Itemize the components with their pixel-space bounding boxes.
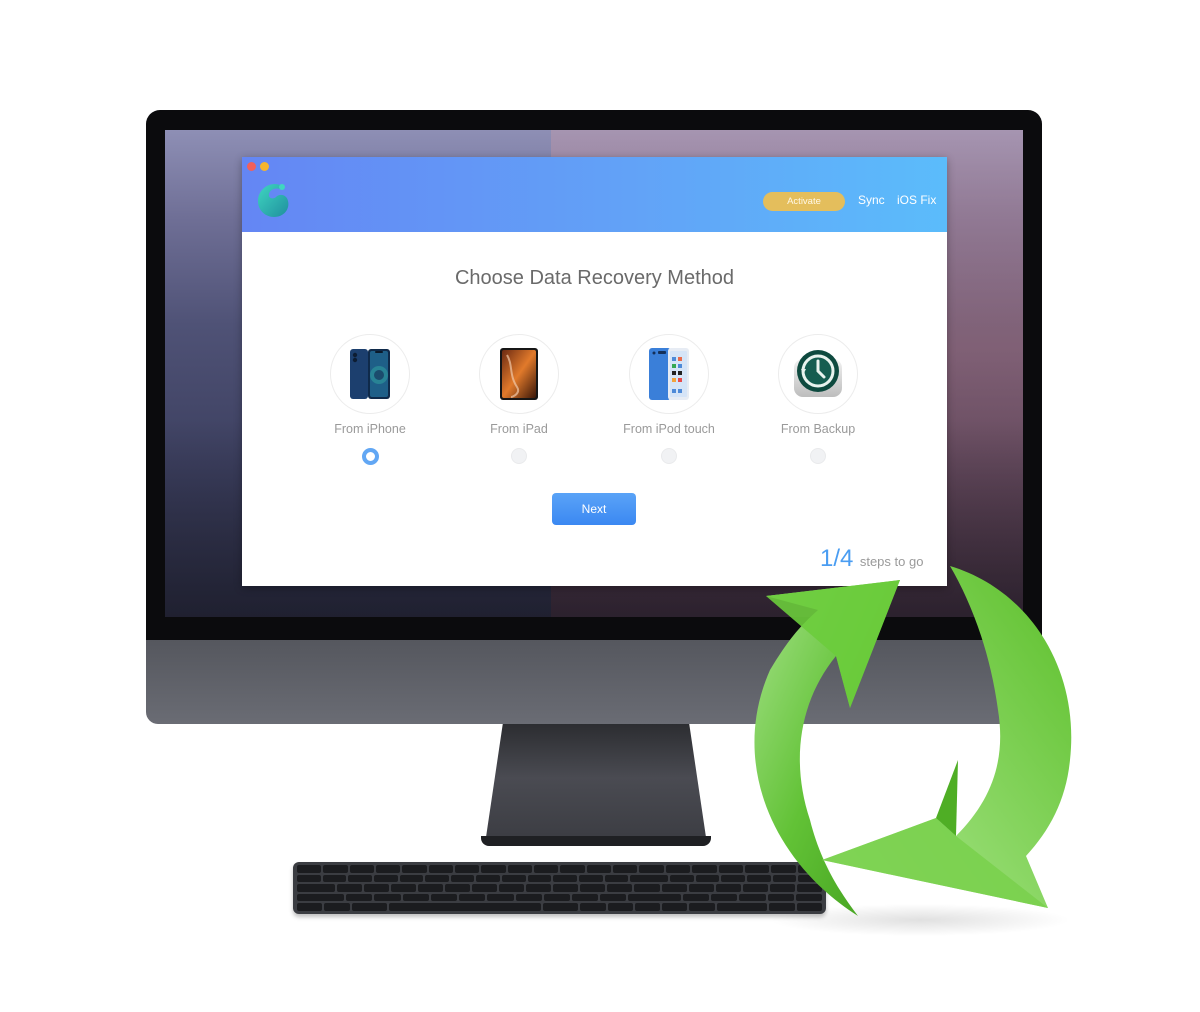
- nav-sync-link[interactable]: Sync: [858, 193, 885, 207]
- activate-button[interactable]: Activate: [763, 192, 845, 211]
- page-title: Choose Data Recovery Method: [454, 267, 735, 289]
- iphone-icon: [350, 349, 390, 399]
- method-label: From iPad: [490, 422, 548, 436]
- method-label: From iPhone: [334, 422, 406, 436]
- method-backup-tile[interactable]: [778, 334, 858, 414]
- window-close-button[interactable]: [247, 162, 256, 171]
- app-window: Activate Sync iOS Fix Choose Data Recove…: [242, 157, 947, 586]
- ipad-icon: [500, 348, 538, 400]
- method-ipod-touch-tile[interactable]: [629, 334, 709, 414]
- method-radio-ipad[interactable]: [511, 448, 527, 464]
- time-machine-backup-icon: [794, 350, 842, 397]
- method-option-iphone[interactable]: From iPhone: [315, 334, 425, 465]
- ipod-touch-icon: [649, 348, 689, 400]
- sync-arrows-icon: [754, 566, 1072, 936]
- app-logo-icon: [258, 183, 289, 217]
- window-minimize-button[interactable]: [260, 162, 269, 171]
- method-ipad-tile[interactable]: [479, 334, 559, 414]
- method-radio-backup[interactable]: [810, 448, 826, 464]
- next-button[interactable]: Next: [552, 493, 636, 525]
- app-header: Activate Sync iOS Fix: [242, 157, 947, 232]
- method-radio-ipod-touch[interactable]: [661, 448, 677, 464]
- method-label: From Backup: [780, 422, 856, 436]
- method-option-ipod-touch[interactable]: From iPod touch: [614, 334, 724, 464]
- imac-stand: [485, 724, 707, 844]
- method-radio-iphone[interactable]: [361, 448, 379, 465]
- method-iphone-tile[interactable]: [330, 334, 410, 414]
- method-label: From iPod touch: [623, 422, 715, 436]
- method-option-ipad[interactable]: From iPad: [464, 334, 574, 464]
- method-option-backup[interactable]: From Backup: [763, 334, 873, 464]
- imac-stand-base: [481, 836, 711, 846]
- nav-ios-fix-link[interactable]: iOS Fix: [897, 193, 936, 207]
